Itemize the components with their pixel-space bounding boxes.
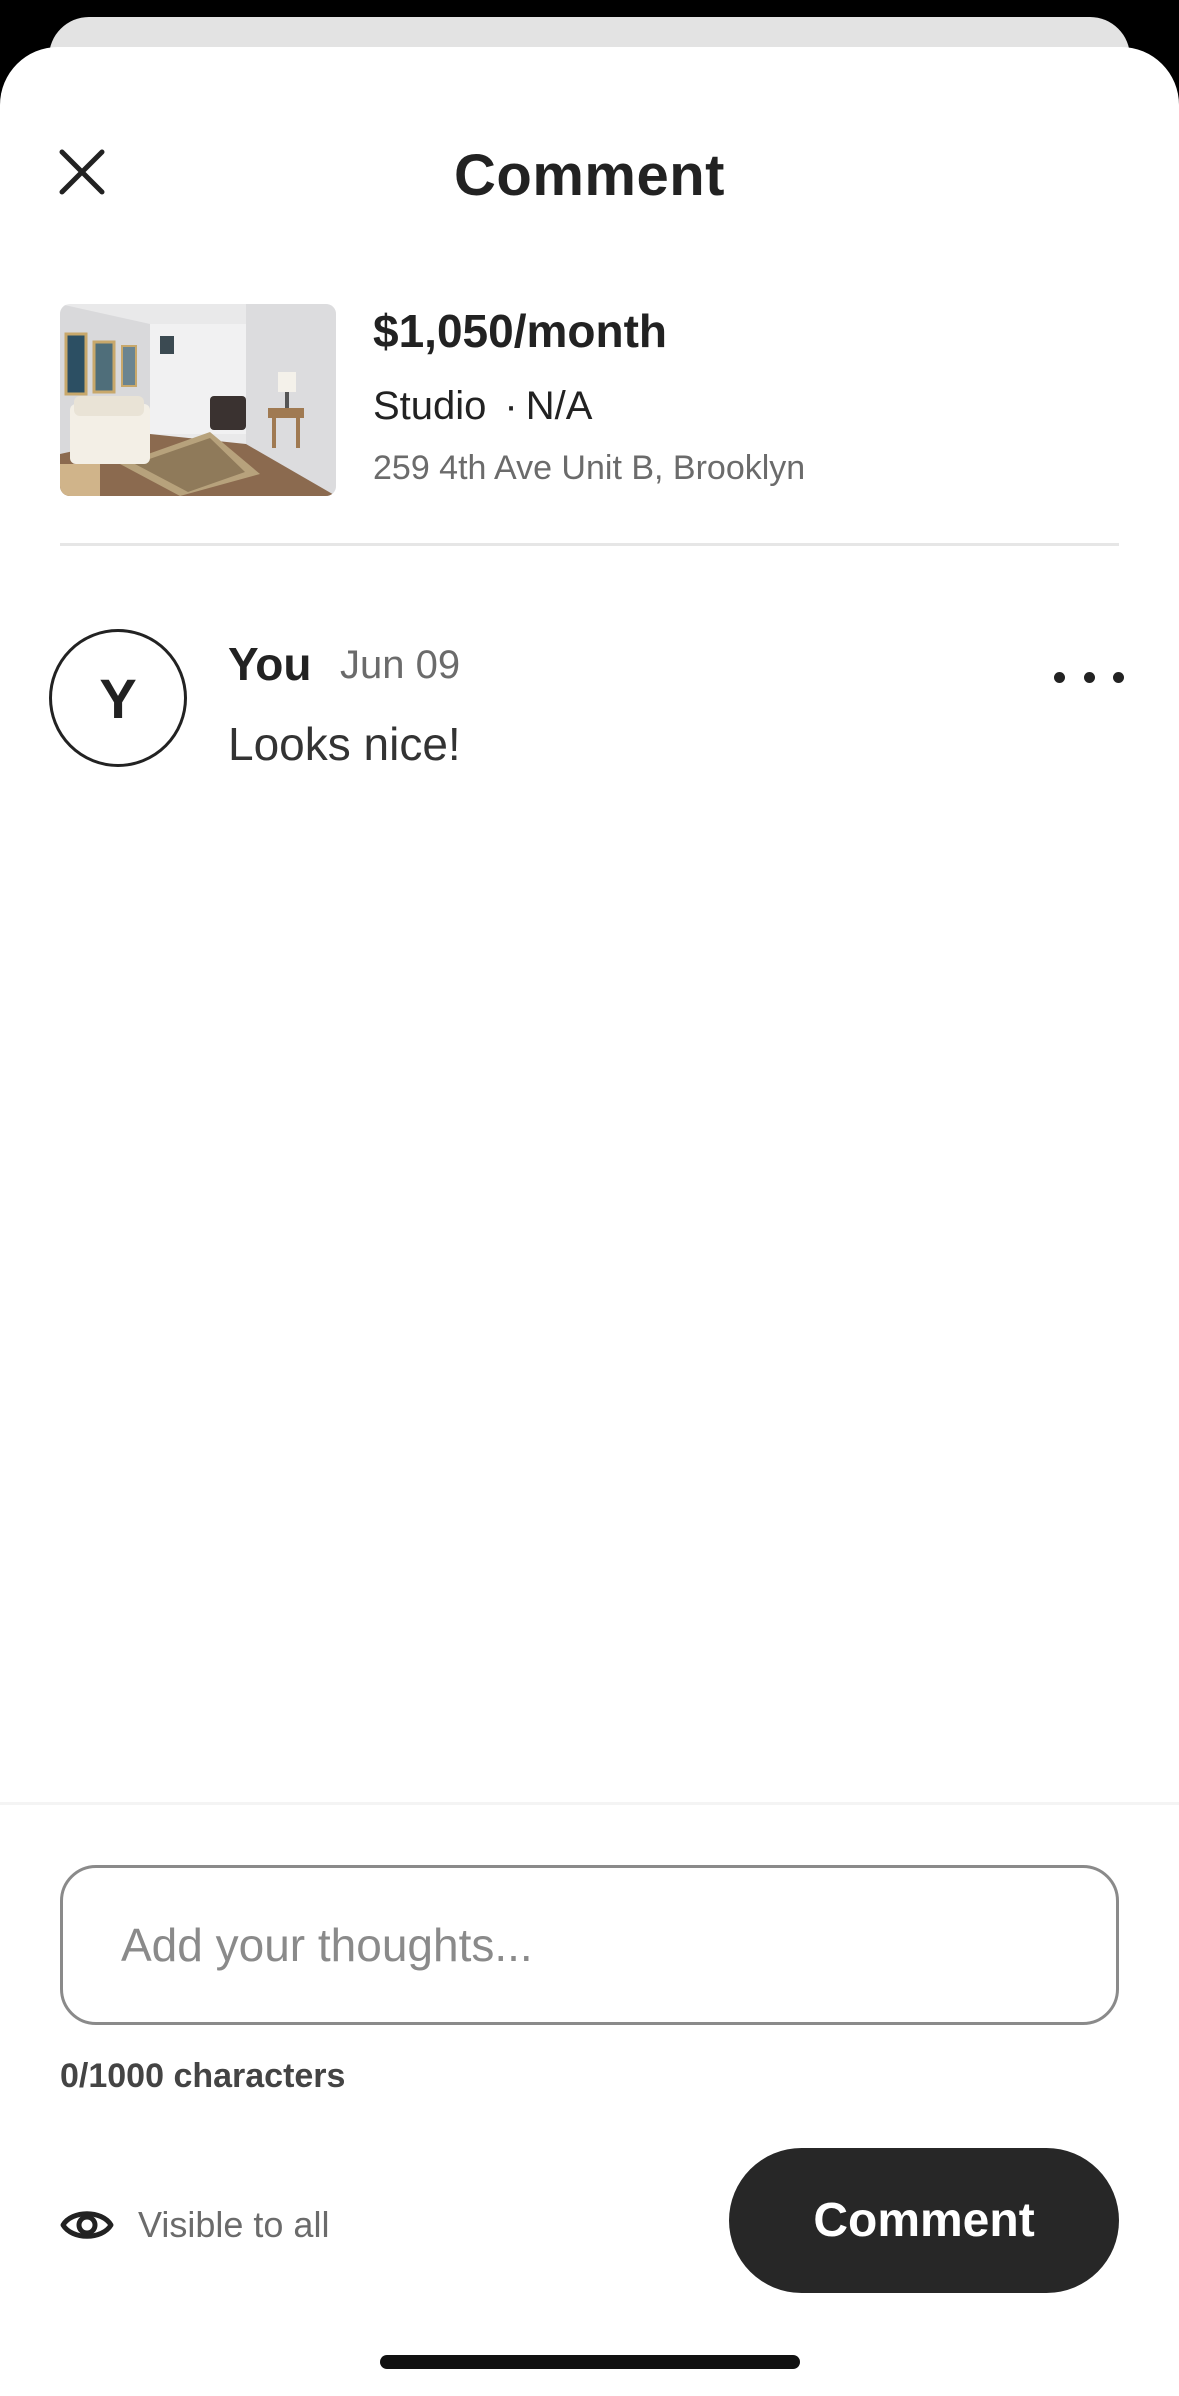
comment-date: Jun 09	[340, 643, 461, 687]
comment-author: You	[228, 638, 312, 690]
eye-icon	[60, 2211, 114, 2239]
comment-input[interactable]	[60, 1865, 1119, 2025]
listing-photo[interactable]	[60, 304, 336, 496]
visibility-label: Visible to all	[138, 2204, 330, 2245]
character-count: 0/1000 characters	[60, 2057, 346, 2095]
composer-divider	[0, 1802, 1179, 1805]
avatar: Y	[49, 629, 187, 767]
listing-address: 259 4th Ave Unit B, Brooklyn	[373, 449, 806, 487]
submit-comment-button[interactable]: Comment	[729, 2148, 1119, 2293]
page-title: Comment	[454, 143, 725, 208]
listing-price: $1,050/month	[373, 305, 667, 357]
comment-sheet: Comment $1,050/month Studio · N/A 259 4t…	[0, 47, 1179, 2396]
listing-photo-image	[60, 304, 336, 496]
listing-meta: Studio · N/A	[373, 384, 592, 429]
listing-divider	[60, 543, 1119, 546]
visibility-toggle[interactable]: Visible to all	[60, 2204, 329, 2246]
more-options-button[interactable]	[1054, 657, 1124, 697]
listing-type: Studio	[373, 384, 487, 428]
listing-detail: N/A	[525, 384, 593, 428]
more-horizontal-icon	[1054, 671, 1124, 683]
home-indicator	[380, 2355, 800, 2369]
comment-text: Looks nice!	[228, 718, 461, 770]
listing-separator: ·	[504, 384, 518, 428]
